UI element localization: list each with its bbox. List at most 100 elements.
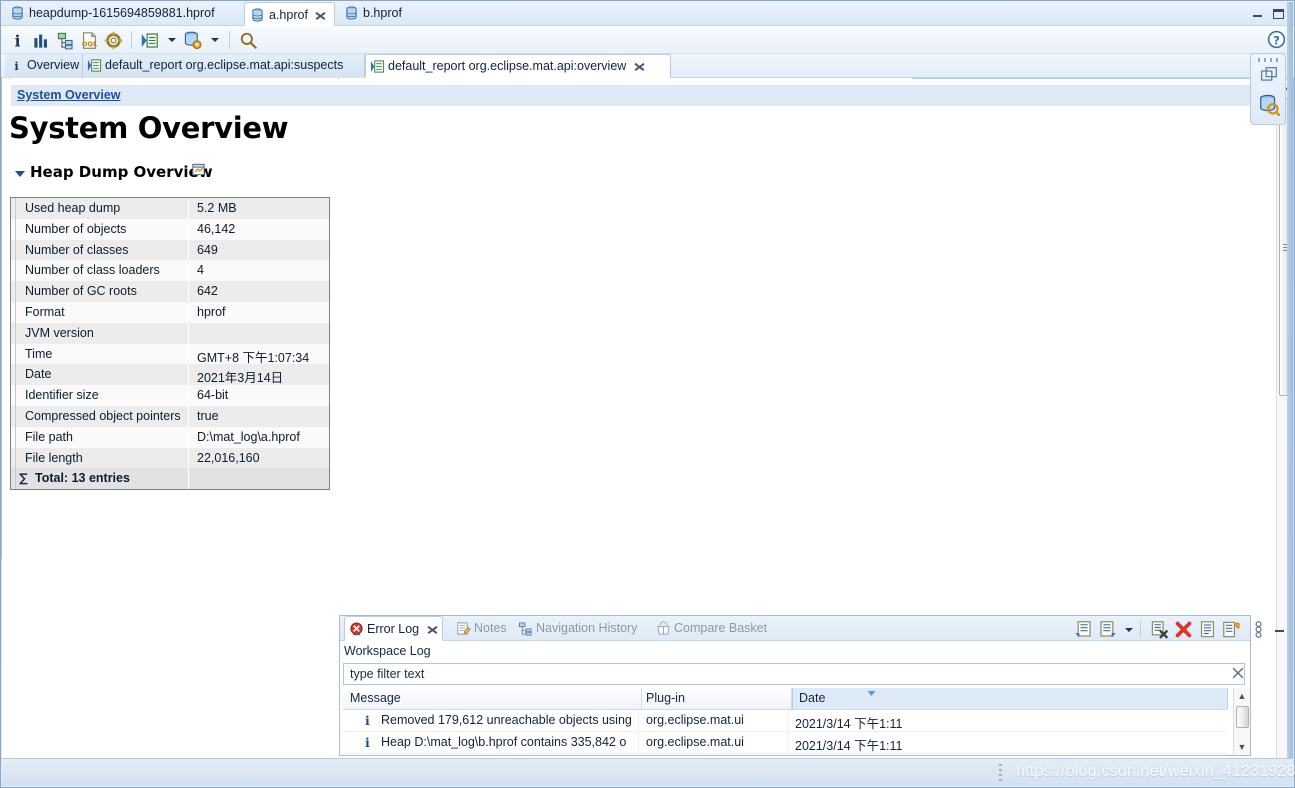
editor-minimize-button[interactable] [1250,8,1264,21]
histogram-icon[interactable] [32,31,51,50]
filter-input[interactable]: type filter text [343,663,1245,685]
svg-text:i: i [15,32,21,50]
log-date: 2021/3/14 下午1:11 [795,739,903,753]
editor-tab-heapdump[interactable]: heapdump-1615694859881.hprof [5,1,223,26]
settings-gear-icon[interactable] [104,31,123,50]
heap-query-icon[interactable] [183,31,202,50]
log-date: 2021/3/14 下午1:11 [795,717,903,731]
tab-navigation-history[interactable]: Navigation History [514,616,641,641]
log-plugin: org.eclipse.mat.ui [646,713,744,727]
table-row[interactable]: Compressed object pointers true [11,405,329,427]
table-cell-value: D:\mat_log\a.hprof [189,426,329,448]
table-row[interactable]: File path D:\mat_log\a.hprof [11,426,329,448]
editor-tab-b-hprof[interactable]: b.hprof [339,1,410,26]
compare-basket-icon [657,621,670,635]
heap-dump-inspector-icon[interactable] [1258,94,1280,116]
close-icon[interactable] [634,61,645,72]
sort-descending-icon [867,691,876,696]
bottom-minimize-button[interactable] [1272,623,1286,636]
chevron-down-icon[interactable] [168,38,176,42]
breadcrumb-link-system-overview[interactable]: System Overview [17,88,121,102]
editor-tab-a-hprof[interactable]: a.hprof [244,2,336,26]
inner-tab-label: Overview [27,58,80,72]
dominator-tree-icon[interactable] [56,31,75,50]
table-row[interactable]: Number of GC roots 642 [11,281,329,302]
report-icon [87,59,102,72]
editor-toolbar: i OQL ? [1,26,1294,54]
error-log-vscrollbar[interactable]: ▲ ▼ [1233,688,1250,755]
inner-tab-suspects[interactable]: default_report org.eclipse.mat.api:suspe… [83,54,365,78]
inner-tab-overview-report[interactable]: default_report org.eclipse.mat.api:overv… [365,54,671,78]
status-resize-dots[interactable] [999,764,1002,781]
table-row[interactable]: i Removed 179,612 unreachable objects us… [343,710,1228,732]
table-cell-key: Compressed object pointers [11,405,189,427]
column-header-plugin[interactable]: Plug-in [646,691,685,705]
report-icon [370,60,385,73]
workspace-log-label: Workspace Log [344,644,431,658]
table-cell-key: File length [11,447,189,469]
export-log-icon[interactable] [1222,620,1241,639]
table-row[interactable]: File length 22,016,160 [11,447,329,469]
column-header-date[interactable]: Date [799,691,825,705]
tab-compare-basket[interactable]: Compare Basket [652,616,771,641]
table-row[interactable]: Time GMT+8 下午1:07:34 [11,343,329,365]
run-report-icon[interactable] [140,31,159,50]
table-row[interactable]: Identifier size 64-bit [11,385,329,406]
table-cell-key: Number of GC roots [11,281,189,302]
application-window: Eclipse Memory Analyzer i Overview b. de… [0,0,1295,788]
tab-error-log[interactable]: Error Log [344,616,443,641]
info-severity-icon: i [365,713,370,728]
import-log-icon[interactable] [1098,620,1117,639]
log-plugin: org.eclipse.mat.ui [646,735,744,749]
table-row[interactable]: Date 2021年3月14日 [11,364,329,385]
table-row[interactable]: Number of classes 649 [11,239,329,261]
section-export-icon[interactable] [191,162,206,177]
chevron-down-icon[interactable] [1125,628,1133,632]
tab-label: Error Log [367,622,420,636]
table-row[interactable]: i Heap D:\mat_log\b.hprof contains 335,8… [343,732,1228,754]
close-icon[interactable] [315,10,326,21]
info-icon[interactable]: i [8,31,27,50]
table-cell-value: 649 [189,239,329,261]
editor-maximize-button[interactable] [1271,8,1285,21]
svg-text:i: i [14,59,18,73]
drag-handle-dots[interactable] [1258,58,1280,62]
editor-tab-label: b.hprof [363,6,402,20]
inner-tab-overview[interactable]: i Overview [5,54,83,78]
sum-symbol-icon: ∑ [19,471,28,486]
table-row[interactable]: JVM version [11,322,329,344]
editor-tab-label: a.hprof [269,8,308,22]
search-icon[interactable] [239,31,258,50]
table-row[interactable]: Number of class loaders 4 [11,260,329,282]
notes-icon [457,622,471,635]
table-total-value [189,468,329,490]
tab-notes[interactable]: Notes [452,616,511,641]
table-cell-value: 642 [189,281,329,302]
table-cell-value: GMT+8 下午1:07:34 [189,343,329,365]
section-collapse-triangle-icon[interactable] [15,171,25,177]
watermark-text: https://blog.csdn.net/weixin_41231928 [1016,763,1295,780]
table-row[interactable]: Used heap dump 5.2 MB [11,198,329,219]
scroll-up-arrow[interactable]: ▲ [1234,688,1250,704]
column-header-message[interactable]: Message [350,691,401,705]
table-cell-key: Format [11,301,189,323]
view-menu-icon[interactable] [1249,620,1268,639]
oql-icon[interactable]: OQL [80,31,99,50]
clear-filter-icon[interactable] [1232,667,1244,679]
nav-history-icon [518,622,532,636]
clear-log-entry-icon[interactable] [1150,620,1169,639]
open-log-icon[interactable] [1198,620,1217,639]
table-row[interactable]: Number of objects 46,142 [11,218,329,240]
chevron-down-icon[interactable] [211,38,219,42]
delete-log-icon[interactable] [1174,620,1193,639]
help-icon[interactable]: ? [1267,30,1286,49]
restore-perspective-icon[interactable] [1260,66,1278,84]
close-icon[interactable] [427,624,438,635]
heap-dump-file-icon [252,8,263,22]
scroll-thumb[interactable] [1236,706,1249,728]
restore-log-icon[interactable] [1074,620,1093,639]
scroll-down-arrow[interactable]: ▼ [1234,739,1250,755]
svg-text:?: ? [1273,34,1280,47]
table-row[interactable]: Format hprof [11,301,329,323]
editor-tab-bar: heapdump-1615694859881.hprof a.hprof b.h… [1,1,1294,26]
